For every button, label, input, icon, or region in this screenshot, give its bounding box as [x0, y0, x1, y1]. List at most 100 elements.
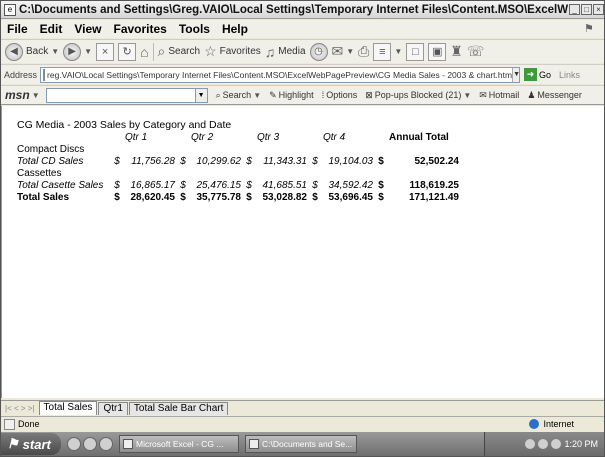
msn-search-input[interactable] [45, 87, 196, 103]
favorites-button[interactable]: ☆ Favorites [204, 43, 261, 60]
back-button[interactable]: ◀ Back ▼ [5, 42, 59, 61]
currency-symbol: $ [114, 192, 120, 203]
print-button[interactable]: ⎙ [358, 43, 369, 60]
highlight-label: Highlight [278, 90, 314, 100]
msn-logo: msn [5, 88, 30, 102]
tab-qtr1[interactable]: Qtr1 [98, 402, 128, 415]
popups-label: Pop-ups Blocked (21) [374, 90, 462, 100]
minimize-icon[interactable]: _ [569, 4, 580, 15]
show-desktop-icon[interactable] [67, 437, 81, 451]
tray-icon[interactable] [525, 439, 536, 449]
currency-symbol: $ [180, 192, 186, 203]
cell-value: 16,865.17 [130, 180, 176, 191]
row-label: Total Sales [17, 192, 70, 203]
internet-explorer-icon[interactable] [99, 437, 113, 451]
menu-bar: File Edit View Favorites Tools Help ⚑ [1, 20, 604, 38]
tab-scroll-buttons[interactable]: |< < > >| [5, 404, 35, 413]
refresh-icon: ↻ [118, 42, 137, 61]
cell-value: 11,343.31 [263, 156, 307, 167]
menu-file[interactable]: File [7, 22, 28, 36]
currency-symbol: $ [246, 180, 252, 191]
start-label: start [22, 436, 51, 452]
toolbar-divider [152, 42, 154, 61]
menu-view[interactable]: View [74, 22, 101, 36]
search-icon: ⌕ [157, 43, 166, 59]
quick-launch [67, 437, 113, 451]
table-row: Compact Discs [17, 144, 459, 156]
tray-icon[interactable] [538, 439, 549, 449]
history-icon: ◷ [309, 42, 328, 61]
maximize-icon[interactable]: □ [581, 4, 592, 15]
close-icon[interactable]: × [593, 4, 604, 15]
messenger-icon: ♟ [527, 89, 536, 100]
tray-icon[interactable] [551, 439, 562, 449]
currency-symbol: $ [312, 156, 318, 167]
go-button[interactable]: ➜ Go [524, 68, 551, 81]
highlight-icon: ✎ [269, 89, 277, 100]
security-zone: Internet [529, 419, 574, 429]
cell-value: 171,121.49 [408, 192, 459, 203]
header-qtr2: Qtr 2 [191, 132, 214, 143]
chevron-down-icon[interactable]: ▼ [512, 67, 520, 82]
page-icon [43, 68, 46, 81]
currency-symbol: $ [312, 192, 318, 203]
menu-edit[interactable]: Edit [40, 22, 63, 36]
address-label: Address [4, 69, 38, 80]
forward-button[interactable]: ▶ ▼ [63, 42, 93, 61]
media-icon: ♫ [264, 43, 276, 60]
start-button[interactable]: ⚑ start [1, 433, 61, 455]
chevron-down-icon: ▼ [84, 47, 93, 56]
media-label: Media [278, 46, 306, 57]
search-button[interactable]: ⌕ Search [158, 43, 201, 60]
stop-button[interactable]: × [96, 42, 115, 61]
window-controls: _ □ × [569, 4, 604, 15]
discuss-button[interactable]: □ [406, 42, 425, 61]
tab-total-sales[interactable]: Total Sales [38, 401, 98, 415]
cell-value: 11,756.28 [131, 156, 175, 167]
row-label: Cassettes [17, 168, 62, 179]
chevron-down-icon[interactable]: ▼ [195, 87, 208, 103]
search-icon: ⌕ [215, 89, 221, 100]
chevron-down-icon: ▼ [463, 90, 472, 100]
media-player-icon[interactable] [83, 437, 97, 451]
chevron-down-icon: ▼ [394, 47, 403, 56]
hotmail-label: Hotmail [488, 90, 520, 100]
back-arrow-icon: ◀ [5, 42, 23, 61]
msn-search-button[interactable]: ⌕ Search ▼ [216, 90, 262, 101]
hotmail-button[interactable]: ✉ Hotmail [479, 90, 519, 101]
messenger-link[interactable]: ♟ Messenger [527, 90, 582, 101]
history-button[interactable]: ◷ [309, 42, 328, 61]
standard-toolbar: ◀ Back ▼ ▶ ▼ × ↻ ⌂ ⌕ Search ☆ Favorites … [1, 39, 604, 63]
research-button[interactable]: ▣ [428, 42, 447, 61]
options-button[interactable]: ⁞ Options [322, 90, 358, 100]
clock: 1:20 PM [564, 439, 598, 449]
links-button[interactable]: Links [559, 70, 580, 80]
edit-button[interactable]: ≡ ▼ [373, 42, 403, 61]
options-label: Options [326, 90, 358, 100]
media-button[interactable]: ♫ Media [265, 44, 306, 60]
print-icon: ⎙ [358, 43, 370, 59]
highlight-button[interactable]: ✎ Highlight [269, 90, 314, 101]
tab-total-sale-bar-chart[interactable]: Total Sale Bar Chart [128, 402, 229, 415]
taskbar-item-explorer[interactable]: C:\Documents and Se... [245, 435, 357, 453]
chevron-down-icon[interactable]: ▼ [32, 91, 40, 100]
forward-arrow-icon: ▶ [63, 42, 82, 61]
menu-tools[interactable]: Tools [179, 22, 210, 36]
header-annual: Annual Total [389, 132, 449, 143]
sheet-title: CG Media - 2003 Sales by Category and Da… [17, 119, 232, 131]
address-input[interactable]: reg.VAIO\Local Settings\Temporary Intern… [40, 66, 521, 83]
refresh-button[interactable]: ↻ [118, 42, 137, 61]
menu-help[interactable]: Help [222, 22, 248, 36]
home-button[interactable]: ⌂ [140, 44, 148, 60]
cell-value: 35,775.78 [196, 192, 242, 203]
chat-button[interactable]: ☏ [467, 43, 485, 60]
mail-button[interactable]: ✉ ▼ [332, 43, 355, 60]
spreadsheet: CG Media - 2003 Sales by Category and Da… [17, 119, 459, 204]
messenger-button[interactable]: ♜ [450, 43, 463, 60]
folder-icon [249, 439, 259, 449]
menu-favorites[interactable]: Favorites [113, 22, 166, 36]
popup-blocker-icon: ⊠ [365, 89, 373, 100]
popups-blocked-button[interactable]: ⊠ Pop-ups Blocked (21) ▼ [365, 90, 471, 101]
go-arrow-icon: ➜ [524, 68, 538, 81]
taskbar-item-excel[interactable]: Microsoft Excel - CG ... [119, 435, 239, 453]
